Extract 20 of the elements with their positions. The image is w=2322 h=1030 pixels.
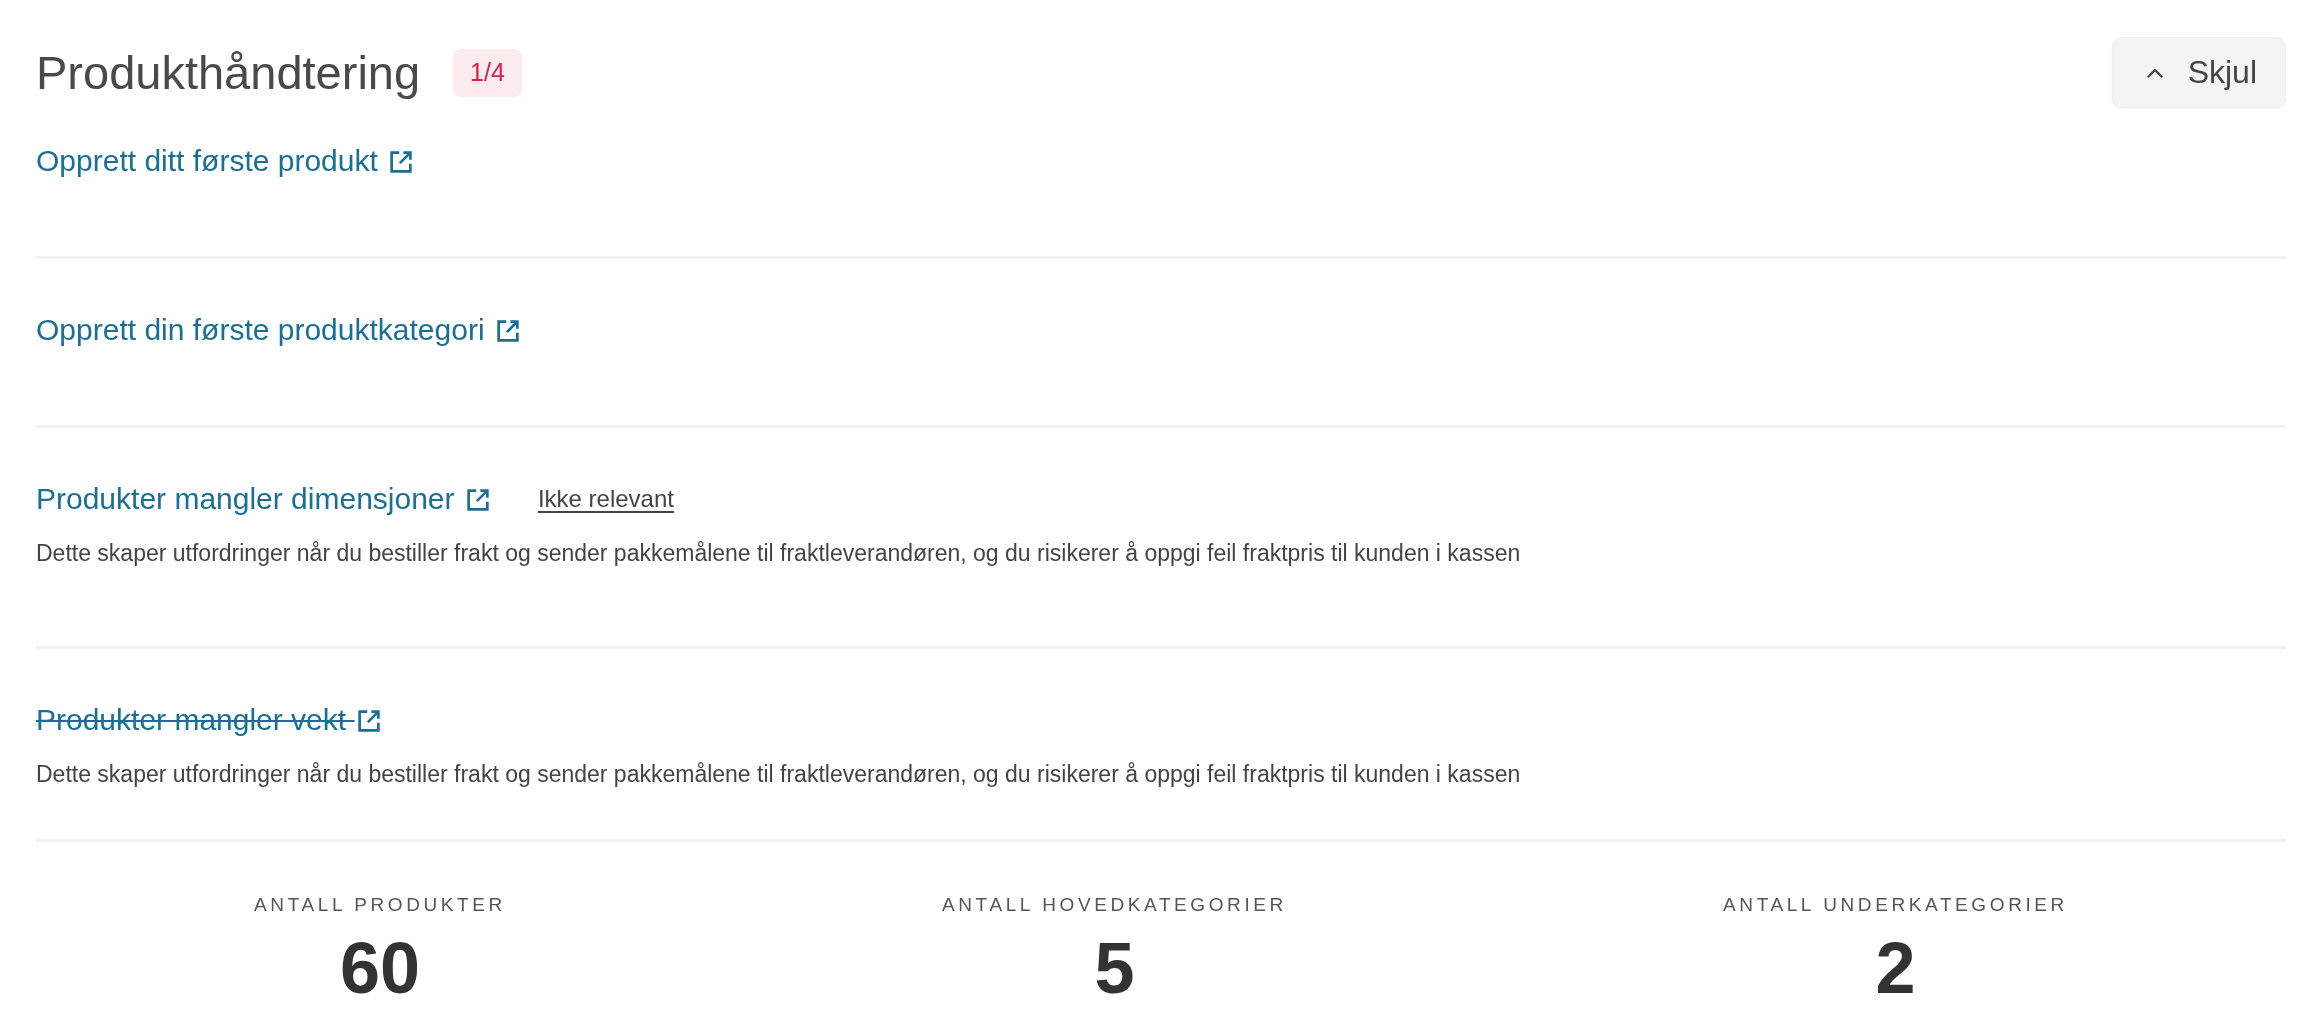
stat-value: 2 [1875, 928, 1916, 1008]
task-link[interactable]: Opprett din første produktkategori [36, 313, 519, 347]
external-link-icon [496, 320, 519, 342]
progress-badge: 1/4 [453, 48, 522, 97]
task-link[interactable]: Produkter mangler dimensjoner [36, 482, 489, 516]
stat-label: ANTALL PRODUKTER [254, 893, 506, 917]
stat-value: 5 [1094, 928, 1135, 1008]
stat-label: ANTALL HOVEDKATEGORIER [942, 893, 1287, 917]
stat-label: ANTALL UNDERKATEGORIER [1723, 893, 2068, 917]
not-relevant-link[interactable]: Ikke relevant [537, 484, 674, 514]
hide-button[interactable]: Skjul [2111, 37, 2286, 108]
external-link-icon [390, 151, 413, 173]
task-link[interactable]: Opprett ditt første produkt [36, 144, 413, 178]
page-title: Produkthåndtering [36, 44, 421, 101]
task-link[interactable]: Produkter mangler vekt [36, 703, 381, 737]
task-description: Dette skaper utfordringer når du bestiller frakt og sender pakkemålene til fraktleverandøren, og du risikerer å oppgi feil fraktpris til kunden i kassen [36, 539, 1522, 568]
external-link-icon [466, 489, 489, 511]
task-description: Dette skaper utfordringer når du bestiller frakt og sender pakkemålene til fraktleverandøren, og du risikerer å oppgi feil fraktpris til kunden i kassen [36, 760, 1522, 789]
external-link-icon [358, 710, 381, 732]
stat-value: 60 [339, 928, 420, 1008]
